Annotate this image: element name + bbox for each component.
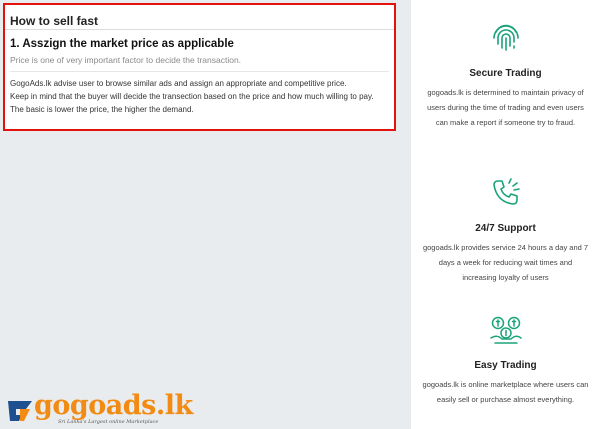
- feature-support: 24/7 Support gogoads.lk provides service…: [411, 175, 600, 285]
- tips-title: How to sell fast: [10, 14, 99, 28]
- gogoads-logo[interactable]: gogoads.lk Sri Lanka's Largest online Ma…: [6, 391, 193, 427]
- tips-subtitle: 1. Asszign the market price as applicabl…: [10, 38, 234, 50]
- sell-fast-tips-panel: How to sell fast 1. Asszign the market p…: [3, 3, 396, 131]
- tips-header: How to sell fast: [5, 5, 394, 30]
- feature-easy-trading: Easy Trading gogoads.lk is online market…: [411, 312, 600, 407]
- tips-body: 1. Asszign the market price as applicabl…: [5, 30, 394, 116]
- brand-tagline: Sri Lanka's Largest online Marketplace: [58, 419, 159, 425]
- money-exchange-icon: [489, 316, 522, 344]
- tips-text: GogoAds.lk advise user to browse similar…: [10, 77, 394, 116]
- feature-title: 24/7 Support: [475, 223, 536, 234]
- features-panel: Secure Trading gogoads.lk is determined …: [411, 0, 600, 429]
- phone-ringing-icon: [492, 178, 520, 205]
- feature-title: Secure Trading: [469, 68, 542, 79]
- tips-intro: Price is one of very important factor to…: [10, 55, 389, 72]
- tips-line: The basic is lower the price, the higher…: [10, 105, 194, 114]
- tips-line: GogoAds.lk advise user to browse similar…: [10, 79, 347, 88]
- feature-desc: gogoads.lk provides service 24 hours a d…: [422, 243, 589, 282]
- brand-name: gogoads.lk: [34, 390, 193, 421]
- gogoads-logo-mark-icon: [8, 401, 32, 421]
- tips-line: Keep in mind that the buyer will decide …: [10, 92, 374, 101]
- feature-desc: gogoads.lk is determined to maintain pri…: [427, 88, 584, 127]
- fingerprint-icon: [492, 24, 519, 51]
- feature-secure-trading: Secure Trading gogoads.lk is determined …: [411, 20, 600, 130]
- feature-title: Easy Trading: [474, 360, 537, 371]
- feature-desc: gogoads.lk is online marketplace where u…: [422, 380, 589, 404]
